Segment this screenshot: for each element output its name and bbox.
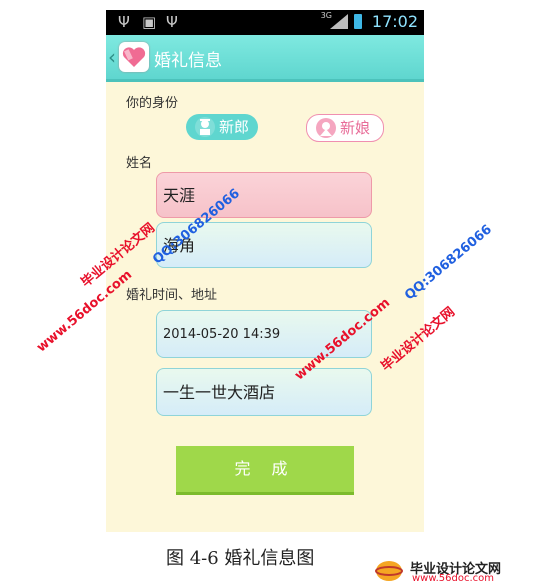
usb-icon: Ψ — [166, 13, 178, 31]
figure-caption: 图 4-6 婚礼信息图 — [166, 548, 315, 569]
phone-screen: Ψ ▣ Ψ 3G 17:02 ‹ 婚礼信息 你的身份 新郎 新娘 姓名 天涯 海… — [106, 10, 424, 532]
status-bar: Ψ ▣ Ψ 3G 17:02 — [106, 10, 424, 35]
heart-app-icon[interactable] — [119, 42, 149, 72]
action-bar: ‹ 婚礼信息 — [106, 35, 424, 82]
globe-logo-icon — [375, 561, 403, 581]
battery-icon — [354, 14, 362, 29]
groom-name-field[interactable]: 天涯 — [156, 172, 372, 218]
bride-icon — [316, 118, 336, 138]
time-place-label: 婚礼时间、地址 — [126, 288, 218, 303]
android-icon: ▣ — [142, 13, 157, 31]
identity-label: 你的身份 — [126, 96, 179, 111]
groom-icon — [195, 117, 215, 137]
name-label: 姓名 — [126, 156, 153, 171]
done-button[interactable]: 完 成 — [176, 446, 354, 495]
groom-label: 新郎 — [219, 118, 250, 136]
groom-button[interactable]: 新郎 — [186, 114, 258, 140]
page-title: 婚礼信息 — [154, 51, 222, 71]
place-field[interactable]: 一生一世大酒店 — [156, 368, 372, 416]
bride-label: 新娘 — [340, 119, 371, 137]
signal-icon — [330, 14, 348, 29]
bride-button[interactable]: 新娘 — [306, 114, 384, 142]
usb-icon: Ψ — [118, 13, 130, 31]
footer-logo: 毕业设计论文网 www.56doc.com — [372, 558, 532, 584]
footer-url: www.56doc.com — [412, 573, 495, 584]
chevron-left-icon[interactable]: ‹ — [108, 45, 116, 69]
clock: 17:02 — [371, 12, 418, 31]
